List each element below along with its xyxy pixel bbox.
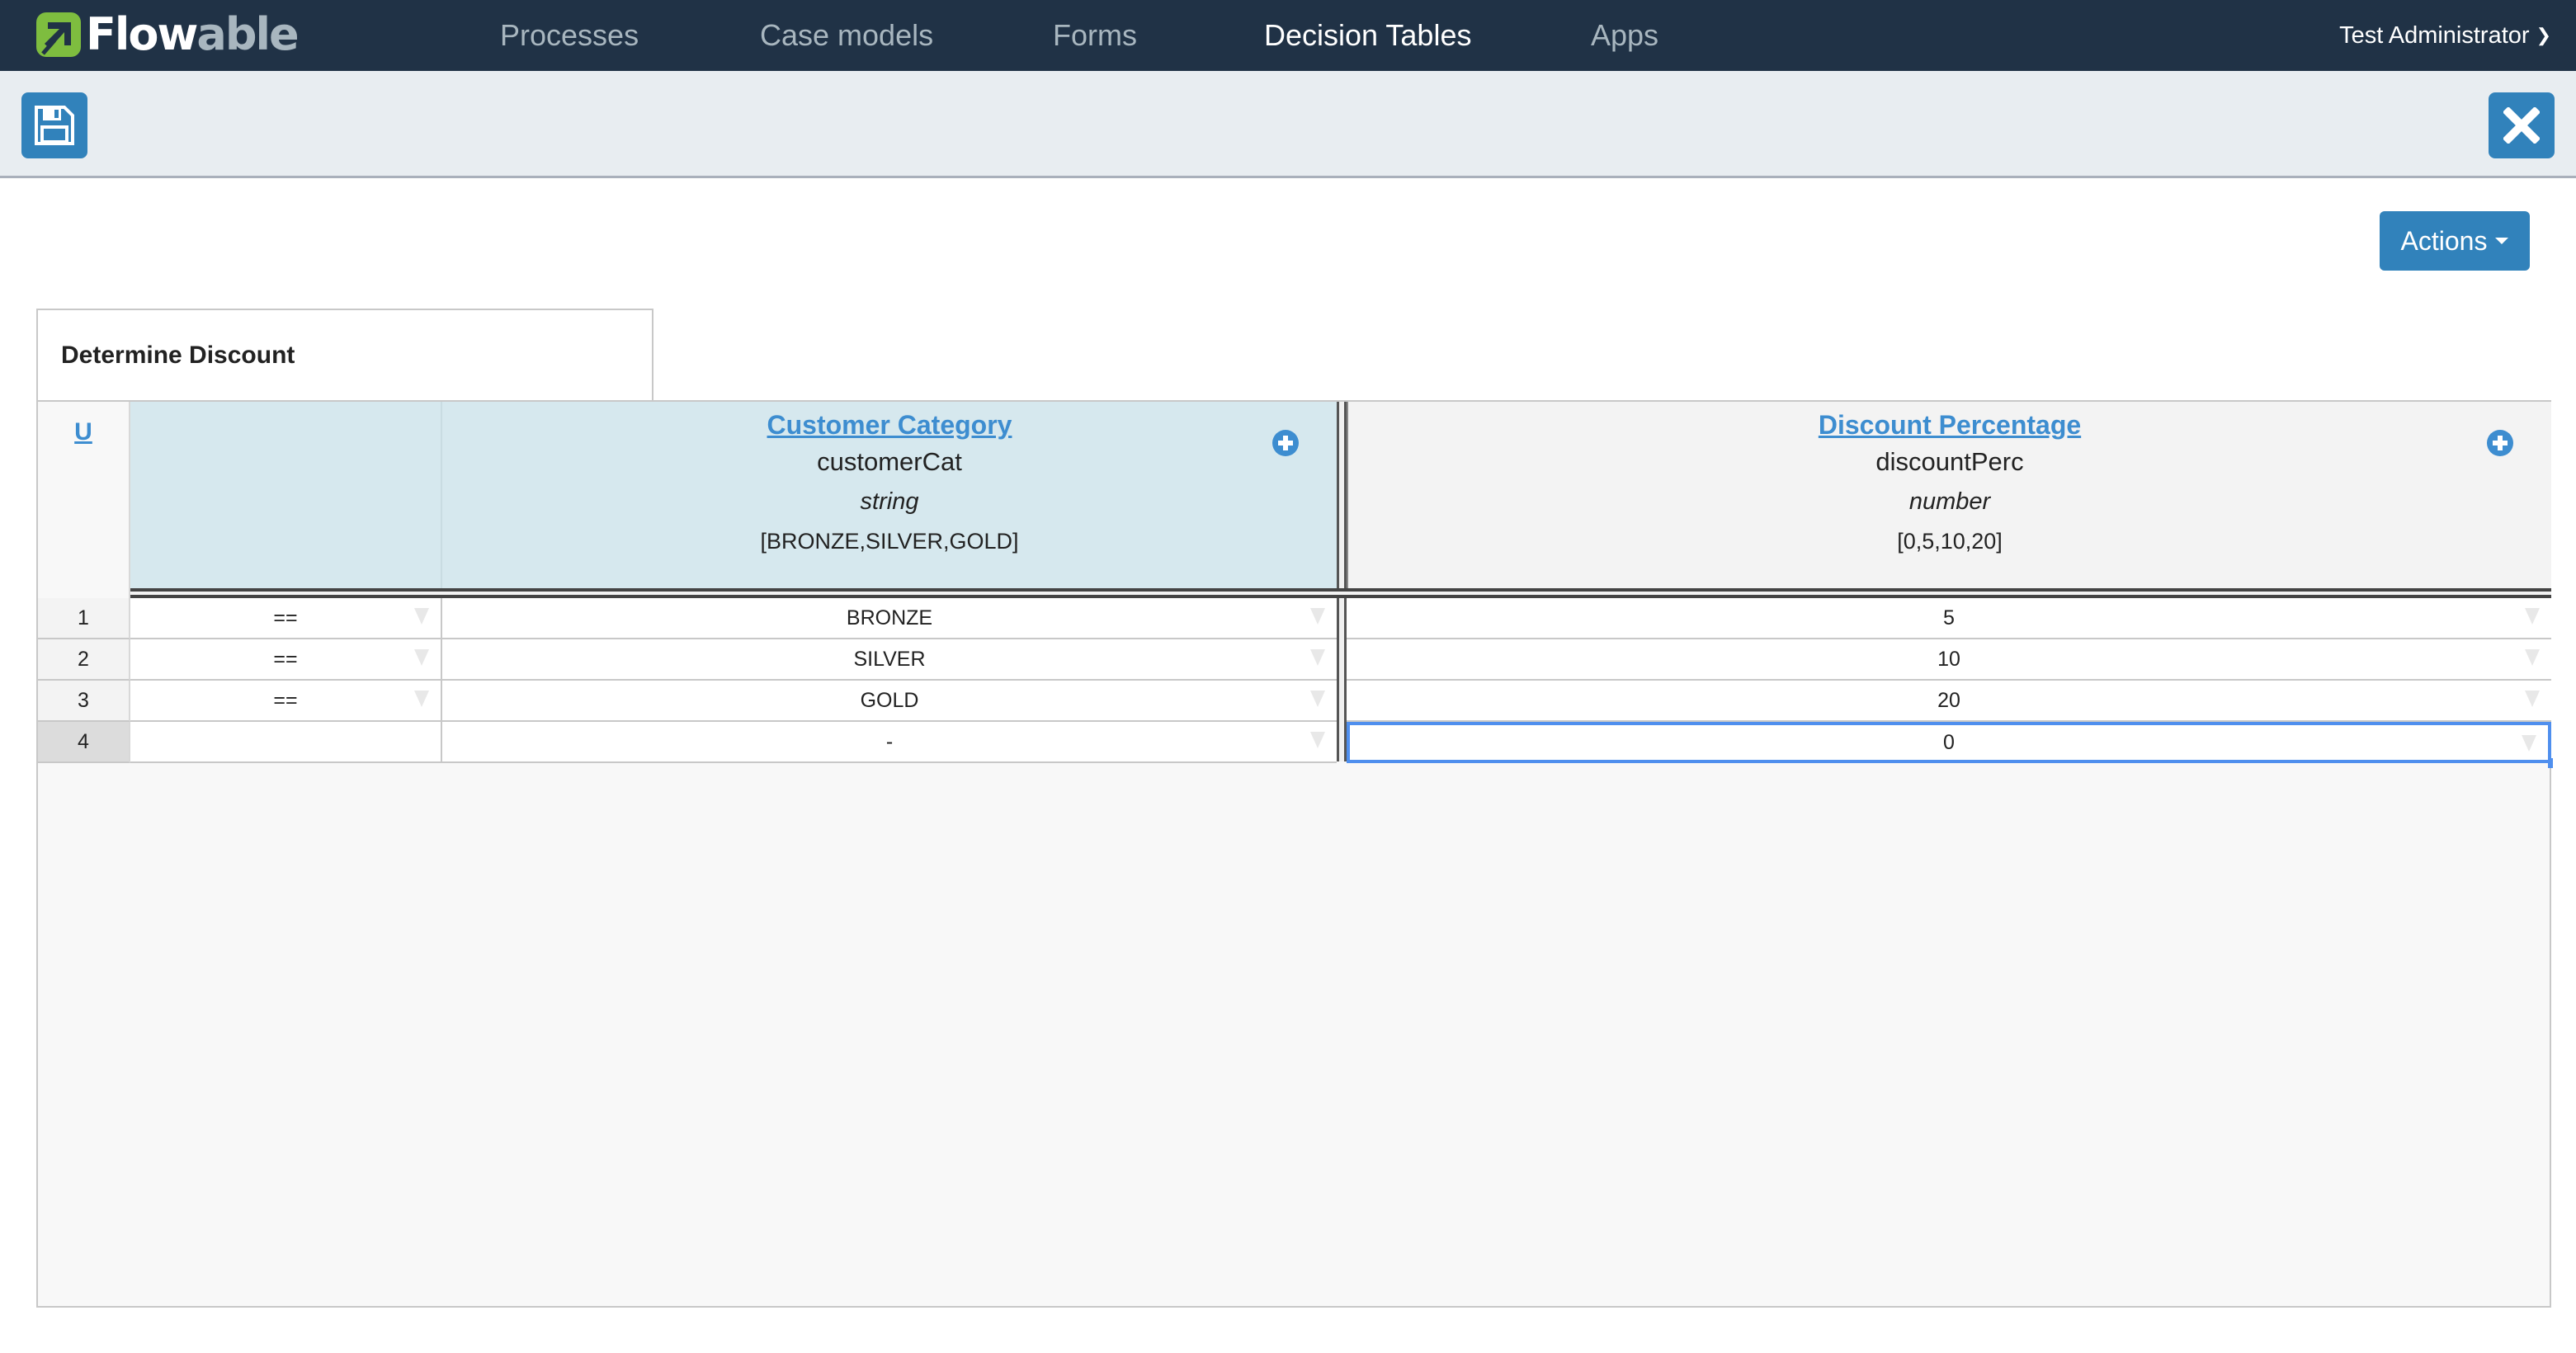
row-number[interactable]: 3 xyxy=(38,681,130,722)
input-column-header: Customer Category customerCat string [BR… xyxy=(442,402,1337,588)
input-cell[interactable]: BRONZE xyxy=(442,598,1337,639)
hit-policy-header: U xyxy=(38,402,130,605)
input-header-label[interactable]: Customer Category xyxy=(767,410,1012,441)
table-row: 2 == SILVER 10 xyxy=(38,639,2551,681)
decision-table-title: Determine Discount xyxy=(36,309,653,401)
table-row: 1 == BRONZE 5 xyxy=(38,598,2551,639)
user-name: Test Administrator xyxy=(2339,22,2530,49)
input-type: string xyxy=(860,488,919,515)
input-value: SILVER xyxy=(853,648,926,671)
output-cell[interactable]: 5 xyxy=(1347,598,2551,639)
output-variable: discountPerc xyxy=(1875,447,2024,476)
add-output-column-icon[interactable] xyxy=(2487,430,2513,456)
user-menu[interactable]: Test Administrator ❯ xyxy=(2339,0,2551,71)
input-allowed-values: [BRONZE,SILVER,GOLD] xyxy=(760,529,1019,554)
operator-cell[interactable] xyxy=(130,722,442,763)
operator-value: == xyxy=(273,648,298,671)
output-value: 10 xyxy=(1937,648,1960,671)
operator-value: == xyxy=(273,606,298,629)
dropdown-arrow-icon[interactable] xyxy=(1310,649,1325,666)
fill-handle[interactable] xyxy=(2548,758,2553,768)
input-value: BRONZE xyxy=(846,606,933,629)
operator-cell[interactable]: == xyxy=(130,681,442,722)
input-cell[interactable]: - xyxy=(442,722,1337,763)
output-type: number xyxy=(1908,488,1991,515)
actions-label: Actions xyxy=(2400,225,2488,256)
dropdown-arrow-icon[interactable] xyxy=(2525,691,2540,707)
caret-down-icon xyxy=(2495,238,2509,244)
top-navbar: Flowable Processes Case models Forms Dec… xyxy=(0,0,2576,83)
save-button[interactable] xyxy=(21,92,87,158)
dropdown-arrow-icon[interactable] xyxy=(414,691,429,707)
row-number[interactable]: 1 xyxy=(38,598,130,639)
output-cell[interactable]: 10 xyxy=(1347,639,2551,681)
input-cell[interactable]: GOLD xyxy=(442,681,1337,722)
input-variable: customerCat xyxy=(817,447,962,476)
nav-decision-tables[interactable]: Decision Tables xyxy=(1264,0,1472,83)
close-icon xyxy=(2503,107,2540,144)
output-cell-selected[interactable]: 0 xyxy=(1347,722,2553,768)
logo-text-able: able xyxy=(196,8,299,60)
output-header-label[interactable]: Discount Percentage xyxy=(1819,410,2081,441)
row-number[interactable]: 2 xyxy=(38,639,130,681)
dropdown-arrow-icon[interactable] xyxy=(414,608,429,625)
editor-toolbar xyxy=(0,71,2576,178)
output-value: 0 xyxy=(1943,731,1955,754)
nav-decision-tables-label: Decision Tables xyxy=(1264,18,1472,52)
output-column-header: Discount Percentage discountPerc number … xyxy=(1347,402,2551,588)
input-cell[interactable]: SILVER xyxy=(442,639,1337,681)
operator-cell[interactable]: == xyxy=(130,639,442,681)
nav-apps[interactable]: Apps xyxy=(1591,0,1658,71)
flowable-logo[interactable]: Flowable xyxy=(35,8,300,60)
decision-table-name: Determine Discount xyxy=(61,342,295,369)
operator-column-header xyxy=(130,402,442,588)
dropdown-arrow-icon[interactable] xyxy=(1310,691,1325,707)
row-number[interactable]: 4 xyxy=(38,722,130,763)
hit-policy-link[interactable]: U xyxy=(74,418,92,446)
logo-text-flow: Flow xyxy=(86,8,198,60)
add-input-column-icon[interactable] xyxy=(1272,430,1299,456)
dropdown-arrow-icon[interactable] xyxy=(2525,608,2540,625)
table-row: 4 - 0 xyxy=(38,722,2553,768)
table-row: 3 == GOLD 20 xyxy=(38,681,2551,722)
output-allowed-values: [0,5,10,20] xyxy=(1897,529,2003,554)
dropdown-arrow-icon[interactable] xyxy=(1310,608,1325,625)
floppy-disk-icon xyxy=(35,106,74,145)
nav-forms[interactable]: Forms xyxy=(1053,0,1137,71)
input-value: - xyxy=(885,730,894,753)
nav-case-models[interactable]: Case models xyxy=(760,0,933,71)
nav-processes[interactable]: Processes xyxy=(500,0,639,71)
chevron-down-icon: ❯ xyxy=(2536,25,2551,45)
operator-cell[interactable]: == xyxy=(130,598,442,639)
operator-value: == xyxy=(273,689,298,712)
output-value: 20 xyxy=(1937,689,1960,712)
decision-table-grid: U Customer Category customerCat string [… xyxy=(36,400,2553,1308)
dropdown-arrow-icon[interactable] xyxy=(2525,649,2540,666)
output-value: 5 xyxy=(1943,606,1955,629)
header-divider xyxy=(130,588,2551,598)
actions-dropdown-button[interactable]: Actions xyxy=(2380,211,2530,271)
output-cell[interactable]: 20 xyxy=(1347,681,2551,722)
flowable-logo-icon xyxy=(36,12,81,57)
dropdown-arrow-icon[interactable] xyxy=(414,649,429,666)
close-button[interactable] xyxy=(2489,92,2555,158)
input-value: GOLD xyxy=(860,689,919,712)
dropdown-arrow-icon[interactable] xyxy=(1310,732,1325,748)
logo-wordmark: Flowable xyxy=(86,8,300,60)
dropdown-arrow-icon[interactable] xyxy=(2522,735,2536,752)
